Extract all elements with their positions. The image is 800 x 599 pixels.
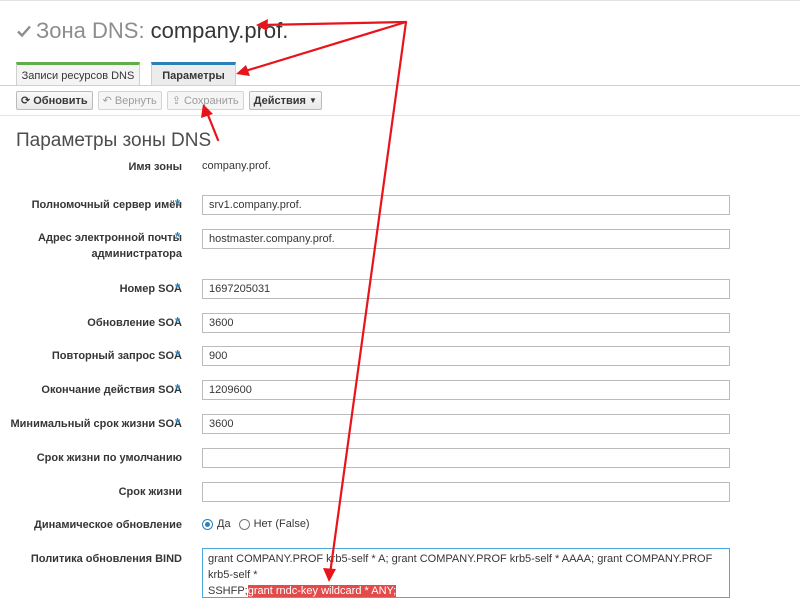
bind-policy-highlight: grant rndc-key wildcard * ANY; (247, 585, 397, 597)
soa-expire-label: Окончание действия SOA (41, 384, 182, 396)
title-prefix: Зона DNS: (36, 18, 145, 43)
radio-selected[interactable] (202, 518, 213, 530)
admin-email-input[interactable]: hostmaster.company.prof. (202, 229, 730, 249)
tab-label: Записи ресурсов DNS (21, 69, 135, 82)
authoritative-ns-input[interactable]: srv1.company.prof. (202, 195, 730, 215)
admin-email-label-line2: администратора (91, 248, 182, 260)
bind-policy-textarea[interactable]: grant COMPANY.PROF krb5-self * A; grant … (202, 548, 730, 598)
toolbar-divider (0, 115, 800, 116)
check-icon (17, 25, 31, 38)
required-marker: * (175, 314, 181, 329)
toolbar: ⟳ Обновить ↶ Вернуть ⇪ Сохранить Действи… (16, 91, 327, 110)
section-title: Параметры зоны DNS (16, 130, 212, 151)
soa-minimum-label: Минимальный срок жизни SOA (10, 418, 183, 430)
chevron-down-icon: ▼ (308, 96, 317, 105)
ttl-label: Срок жизни (118, 486, 182, 498)
upload-icon: ⇪ (171, 95, 181, 107)
ttl-input[interactable] (202, 482, 730, 502)
refresh-icon: ⟳ (21, 95, 31, 107)
tab-label: Параметры (162, 69, 225, 82)
required-marker: * (175, 196, 181, 211)
default-ttl-input[interactable] (202, 448, 730, 468)
tab-divider (0, 85, 800, 86)
actions-label: Действия (253, 94, 306, 107)
radio-yes-label: Да (217, 518, 231, 530)
soa-serial-label: Номер SOA (119, 283, 182, 295)
top-divider (0, 0, 800, 1)
radio-unselected[interactable] (238, 518, 250, 530)
tab-bar: Записи ресурсов DNS Параметры (16, 62, 247, 86)
soa-minimum-input[interactable]: 3600 (202, 414, 730, 434)
soa-expire-input[interactable]: 1209600 (202, 380, 730, 400)
dynamic-update-yes[interactable]: Да (202, 518, 231, 530)
bind-policy-plain: SSHFP; (208, 585, 248, 597)
soa-retry-label: Повторный запрос SOA (51, 350, 182, 362)
required-marker: * (175, 280, 181, 295)
required-marker: * (175, 347, 181, 362)
page-title: Зона DNS: company.prof. (16, 16, 288, 46)
bind-policy-label: Политика обновления BIND (30, 553, 182, 565)
revert-button[interactable]: ↶ Вернуть (97, 91, 162, 110)
authoritative-ns-label: Полномочный сервер имён (31, 199, 182, 211)
save-label: Сохранить (183, 94, 239, 107)
bind-policy-line2: SSHFP;grant rndc-key wildcard * ANY; (208, 583, 724, 599)
soa-serial-input[interactable]: 1697205031 (202, 279, 730, 299)
dynamic-update-label: Динамическое обновление (34, 519, 182, 531)
zone-name-value: company.prof. (202, 160, 271, 172)
undo-icon: ↶ (102, 95, 112, 107)
revert-label: Вернуть (114, 94, 157, 107)
radio-no-label: Нет (False) (253, 518, 310, 530)
tab-settings[interactable]: Параметры (151, 62, 236, 86)
actions-dropdown[interactable]: Действия ▼ (248, 91, 322, 110)
admin-email-label-line1: Адрес электронной почты (38, 232, 182, 244)
soa-refresh-label: Обновление SOA (87, 317, 182, 329)
required-marker: * (175, 381, 181, 396)
refresh-button[interactable]: ⟳ Обновить (16, 91, 93, 110)
bind-policy-line1: grant COMPANY.PROF krb5-self * A; grant … (208, 553, 713, 581)
soa-refresh-input[interactable]: 3600 (202, 313, 730, 333)
dynamic-update-radio-group: Да Нет (False) (202, 518, 318, 530)
save-button[interactable]: ⇪ Сохранить (166, 91, 244, 110)
zone-name-label: Имя зоны (128, 161, 182, 173)
required-marker: * (175, 229, 181, 244)
required-marker: * (175, 415, 181, 430)
dynamic-update-no[interactable]: Нет (False) (238, 518, 310, 530)
soa-retry-input[interactable]: 900 (202, 346, 730, 366)
zone-name-title: company.prof. (150, 18, 289, 43)
tab-resource-records[interactable]: Записи ресурсов DNS (16, 62, 140, 86)
default-ttl-label: Срок жизни по умолчанию (36, 452, 182, 464)
refresh-label: Обновить (33, 94, 88, 107)
